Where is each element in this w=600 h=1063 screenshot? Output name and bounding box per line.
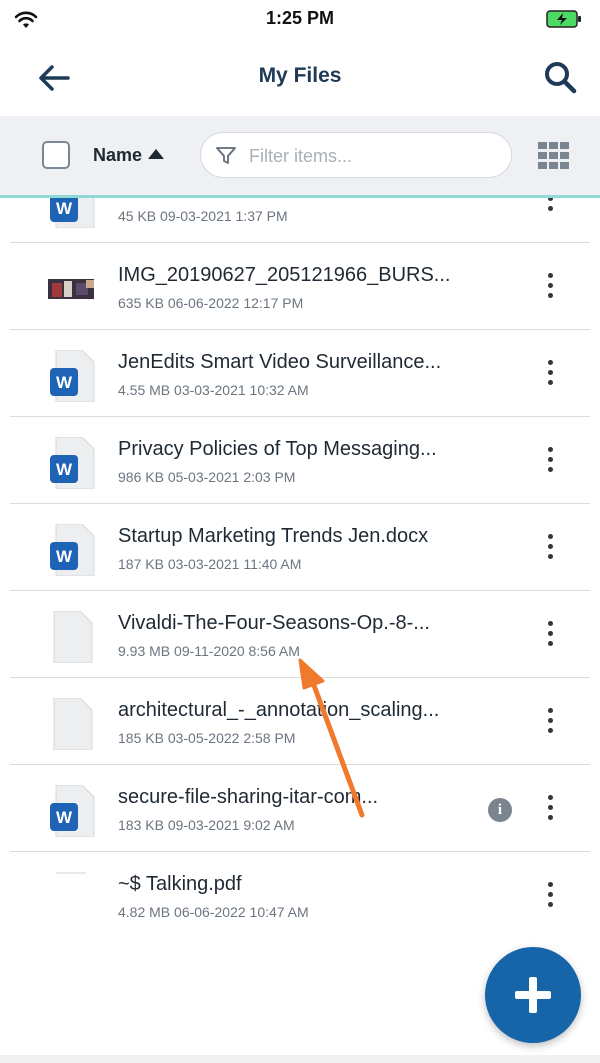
status-time: 1:25 PM [265,8,335,28]
file-name: architectural_-_annotation_scaling... [118,699,440,721]
more-options-icon[interactable] [540,273,560,303]
file-meta: 4.82 MB 06-06-2022 10:47 AM [118,904,309,920]
sort-by-name-button[interactable]: Name [93,145,165,166]
pdf-thumbnail [56,872,86,874]
file-name: ~$ Talking.pdf [118,873,242,895]
sort-label: Name [93,145,143,165]
file-meta: 4.55 MB 03-03-2021 10:32 AM [118,382,309,398]
file-row[interactable]: W Startup Marketing Trends Jen.docx 187 … [0,504,600,591]
word-document-icon: W [50,198,95,228]
svg-text:W: W [56,547,73,566]
filter-field[interactable] [200,132,512,178]
file-row[interactable]: W JenEdits Smart Video Surveillance... 4… [0,330,600,417]
more-options-icon[interactable] [540,621,560,651]
file-meta: 986 KB 05-03-2021 2:03 PM [118,469,296,485]
file-meta: 635 KB 06-06-2022 12:17 PM [118,295,304,311]
more-options-icon[interactable] [540,708,560,738]
file-meta: 185 KB 03-05-2022 2:58 PM [118,730,296,746]
file-row[interactable]: ~$ Talking.pdf 4.82 MB 06-06-2022 10:47 … [0,852,600,939]
file-meta: 45 KB 09-03-2021 1:37 PM [118,208,288,224]
word-document-icon: W [50,437,95,489]
file-row[interactable]: W Privacy Policies of Top Messaging... 9… [0,417,600,504]
grid-view-icon[interactable] [538,142,570,170]
file-name: IMG_20190627_205121966_BURS... [118,264,451,286]
generic-file-icon [53,698,93,750]
file-name: Privacy Policies of Top Messaging... [118,438,437,460]
filter-funnel-icon [216,147,236,164]
file-row[interactable]: IMG_20190627_205121966_BURS... 635 KB 06… [0,243,600,330]
file-row[interactable]: Vivaldi-The-Four-Seasons-Op.-8-... 9.93 … [0,591,600,678]
word-document-icon: W [50,785,95,837]
select-all-checkbox[interactable] [42,141,70,169]
status-bar: 1:25 PM [0,0,600,40]
more-options-icon[interactable] [540,360,560,390]
more-options-icon[interactable] [540,795,560,825]
file-row[interactable]: architectural_-_annotation_scaling... 18… [0,678,600,765]
info-icon[interactable]: i [488,798,512,822]
add-button[interactable] [485,947,581,1043]
more-options-icon[interactable] [540,198,560,216]
image-thumbnail [48,279,94,299]
file-meta: 183 KB 09-03-2021 9:02 AM [118,817,295,833]
svg-text:W: W [56,460,73,479]
bottom-bar [0,1055,600,1063]
more-options-icon[interactable] [540,882,560,912]
search-icon[interactable] [540,57,580,97]
svg-text:W: W [56,199,73,218]
file-meta: 9.93 MB 09-11-2020 8:56 AM [118,643,300,659]
file-list[interactable]: W 45 KB 09-03-2021 1:37 PM IMG_20190627_… [0,198,600,978]
file-name: Startup Marketing Trends Jen.docx [118,525,429,547]
svg-text:W: W [56,373,73,392]
file-row[interactable]: W secure-file-sharing-itar-com... 183 KB… [0,765,600,852]
app-header: My Files [0,40,600,116]
file-name: JenEdits Smart Video Surveillance... [118,351,442,373]
battery-charging-icon [546,10,581,28]
list-toolbar: Name [0,116,600,198]
file-name: Vivaldi-The-Four-Seasons-Op.-8-... [118,612,430,634]
filter-input[interactable] [247,143,501,169]
file-row[interactable]: W 45 KB 09-03-2021 1:37 PM [0,198,600,243]
generic-file-icon [53,611,93,663]
file-name: secure-file-sharing-itar-com... [118,786,379,808]
file-meta: 187 KB 03-03-2021 11:40 AM [118,556,302,572]
svg-text:W: W [56,808,73,827]
page-title: My Files [258,64,342,87]
more-options-icon[interactable] [540,447,560,477]
word-document-icon: W [50,350,95,402]
sort-ascending-icon [148,149,165,159]
word-document-icon: W [50,524,95,576]
more-options-icon[interactable] [540,534,560,564]
